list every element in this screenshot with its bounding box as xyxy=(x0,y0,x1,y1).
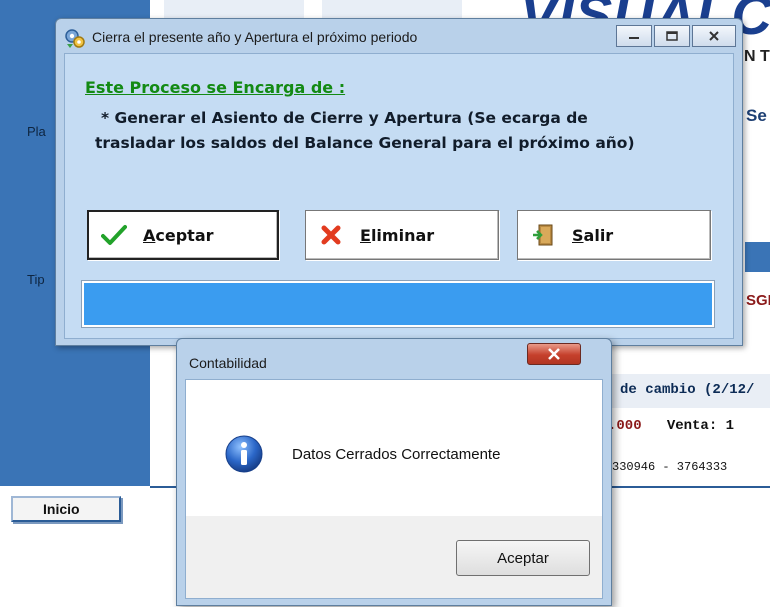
maximize-button[interactable] xyxy=(654,25,690,47)
ok-button[interactable]: Aceptar xyxy=(456,540,590,576)
app-company-fragment: SGE xyxy=(746,292,770,309)
exchange-buy-value: .000 xyxy=(608,418,642,434)
progress-fill xyxy=(84,283,712,325)
description-line-1: * Generar el Asiento de Cierre y Apertur… xyxy=(101,109,588,127)
app-section-fragment: Se xyxy=(746,106,767,125)
accept-label: Aceptar xyxy=(143,225,214,245)
checkmark-icon xyxy=(99,220,129,250)
message-box: Contabilidad Datos Cerrados Correctament… xyxy=(176,338,612,606)
message-client-area: Datos Cerrados Correctamente Aceptar xyxy=(185,379,603,599)
tab-inicio[interactable]: Inicio xyxy=(11,496,121,522)
process-description: * Generar el Asiento de Cierre y Apertur… xyxy=(95,106,711,156)
app-top-strip xyxy=(322,0,462,18)
exchange-rate-values: .000 Venta: 1 xyxy=(608,418,770,444)
dialog-client-area: Este Proceso se Encarga de : * Generar e… xyxy=(64,53,734,339)
process-progress-bar xyxy=(81,280,715,328)
message-text: Datos Cerrados Correctamente xyxy=(292,446,501,463)
app-header-fragment: N T xyxy=(744,48,770,65)
dialog-title: Cierra el presente año y Apertura el pró… xyxy=(92,29,418,45)
close-year-dialog: Cierra el presente año y Apertura el pró… xyxy=(55,18,743,346)
close-button[interactable] xyxy=(692,25,736,47)
exit-door-icon xyxy=(528,220,558,250)
close-icon xyxy=(709,31,719,41)
message-box-title: Contabilidad xyxy=(189,355,267,371)
description-line-2: trasladar los saldos del Balance General… xyxy=(95,134,635,152)
minimize-button[interactable] xyxy=(616,25,652,47)
exchange-rate-header: de cambio (2/12/ xyxy=(612,374,770,408)
desktop: VISUALC Pla Tip N T Se SGE de cambio (2/… xyxy=(0,0,770,607)
info-icon xyxy=(224,434,264,474)
app-top-strip xyxy=(164,0,304,18)
message-close-button[interactable] xyxy=(527,343,581,365)
phone-numbers: 330946 - 3764333 xyxy=(612,460,728,474)
process-heading: Este Proceso se Encarga de : xyxy=(85,78,346,97)
dialog-titlebar[interactable]: Cierra el presente año y Apertura el pró… xyxy=(56,19,742,53)
side-label-tip: Tip xyxy=(27,272,45,287)
delete-label: Eliminar xyxy=(360,225,435,245)
exchange-sell-label: Venta: 1 xyxy=(666,418,735,434)
maximize-icon xyxy=(666,31,678,41)
exit-button[interactable]: Salir xyxy=(517,210,711,260)
red-x-icon xyxy=(316,220,346,250)
message-body: Datos Cerrados Correctamente xyxy=(186,380,602,516)
accept-button[interactable]: Aceptar xyxy=(87,210,279,260)
close-icon xyxy=(548,348,560,360)
app-blue-bar xyxy=(745,242,770,272)
delete-button[interactable]: Eliminar xyxy=(305,210,499,260)
gears-app-icon xyxy=(64,27,85,48)
caption-buttons xyxy=(616,25,736,47)
side-label-pla: Pla xyxy=(27,124,46,139)
minimize-icon xyxy=(629,37,639,39)
exit-label: Salir xyxy=(572,225,614,245)
